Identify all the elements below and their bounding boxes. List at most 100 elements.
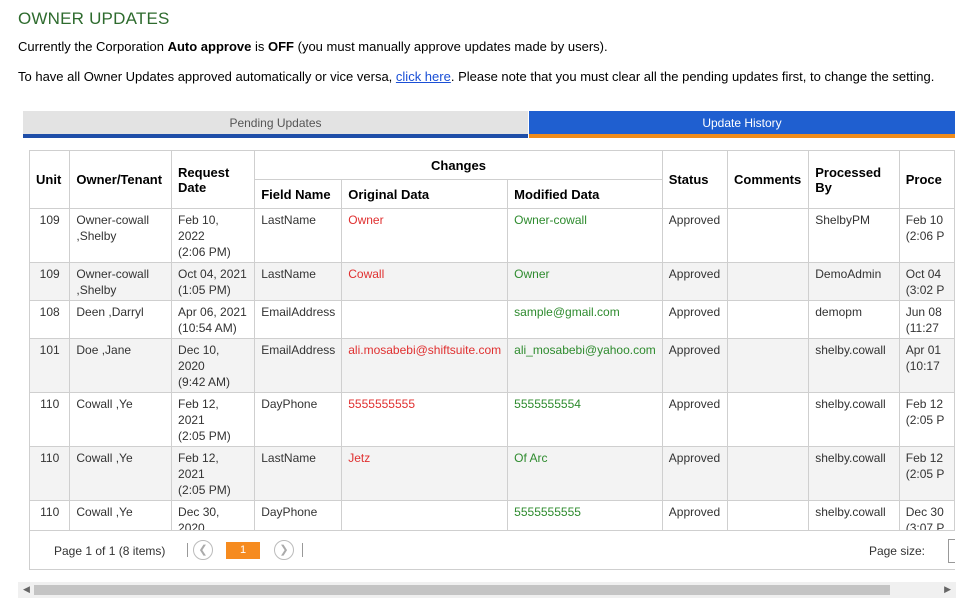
cell-processed-by-line: shelby.cowall: [815, 451, 886, 465]
cell-modified-data-line: ali_mosabebi@yahoo.com: [514, 343, 656, 357]
header-processed-by[interactable]: Processed By: [808, 150, 900, 209]
cell-unit-line: 109: [39, 267, 60, 281]
tab-pending-updates[interactable]: Pending Updates: [23, 111, 528, 138]
cell-owner-tenant: Cowall ,Ye: [69, 446, 173, 501]
cell-processed-by-line: ShelbyPM: [815, 213, 870, 227]
cell-owner-tenant-line: Deen ,Darryl: [76, 305, 144, 319]
cell-original-data: Owner: [341, 208, 509, 263]
update-history-grid: Unit Owner/Tenant Request Date Changes S…: [29, 150, 955, 530]
cell-owner-tenant-line: ,Shelby: [76, 229, 117, 243]
header-comments[interactable]: Comments: [727, 150, 810, 209]
cell-owner-tenant: Cowall ,Ye: [69, 392, 173, 447]
cell-processed-by-line: shelby.cowall: [815, 343, 886, 357]
header-request-date[interactable]: Request Date: [171, 150, 256, 209]
cell-request-date-line: Feb 12, 2021: [178, 397, 219, 427]
cell-original-data-line: Jetz: [348, 451, 371, 465]
chevron-right-icon[interactable]: ❯: [274, 540, 294, 560]
status-text-mid: is: [251, 39, 268, 54]
cell-field-name: LastName: [254, 446, 343, 501]
header-owner-tenant[interactable]: Owner/Tenant: [69, 150, 173, 209]
cell-modified-data-line: Of Arc: [514, 451, 548, 465]
cell-processed-date-line: (11:27: [905, 321, 939, 335]
cell-request-date-line: Oct 04, 2021: [178, 267, 247, 281]
table-row[interactable]: 110 Cowall ,Ye Dec 30, 2020(3:07 PM) DayPho…: [29, 500, 955, 530]
cell-processed-by: shelby.cowall: [808, 500, 900, 530]
cell-status-line: Approved: [668, 305, 721, 319]
instructions-pre: To have all Owner Updates approved autom…: [18, 69, 396, 84]
cell-unit: 101: [29, 338, 71, 393]
table-row[interactable]: 101 Doe ,Jane Dec 10, 2020 (9:42 AM) EmailAd…: [29, 338, 955, 393]
cell-processed-date-line: (3:02 P: [905, 283, 945, 297]
page-size-select[interactable]: [948, 539, 955, 563]
cell-owner-tenant: Owner-cowall ,Shelby: [69, 262, 173, 301]
pager-page-1-button[interactable]: 1: [226, 542, 260, 559]
table-row[interactable]: 108 Deen ,Darryl Apr 06, 2021 (10:54 AM) Ema…: [29, 300, 955, 339]
table-row[interactable]: 110 Cowall ,Ye Feb 12, 2021 (2:05 PM) LastNa…: [29, 446, 955, 501]
scroll-right-icon[interactable]: ▶: [944, 584, 951, 595]
header-unit[interactable]: Unit: [29, 150, 71, 209]
pager-separator: [187, 543, 188, 557]
header-modified-data[interactable]: Modified Data: [507, 179, 663, 209]
cell-original-data-line: ali.mosabebi@shiftsuite.com: [348, 343, 502, 357]
cell-owner-tenant-line: Cowall ,Ye: [76, 451, 133, 465]
cell-processed-date: Dec 30 (3:07 P: [898, 500, 955, 530]
cell-owner-tenant: Owner-cowall ,Shelby: [69, 208, 173, 263]
cell-comments: [727, 446, 810, 501]
cell-original-data: [341, 300, 509, 339]
cell-modified-data-line: Owner: [514, 267, 550, 281]
cell-comments: [727, 392, 810, 447]
cell-processed-date-line: Feb 12: [905, 397, 944, 411]
cell-modified-data: 5555555555: [507, 500, 663, 530]
tab-update-history[interactable]: Update History: [529, 111, 955, 138]
cell-unit-line: 108: [39, 305, 60, 319]
cell-modified-data: Owner: [507, 262, 663, 301]
cell-field-name: LastName: [254, 208, 343, 263]
cell-unit-line: 110: [40, 505, 60, 519]
header-original-data[interactable]: Original Data: [341, 179, 509, 209]
table-row[interactable]: 109 Owner-cowall ,Shelby Oct 04, 2021 (1:05 …: [29, 262, 955, 301]
cell-status: Approved: [661, 300, 729, 339]
cell-field-name: DayPhone: [254, 392, 343, 447]
cell-comments: [727, 262, 810, 301]
cell-request-date-line: Dec 30, 2020: [178, 505, 220, 530]
cell-request-date: Feb 12, 2021 (2:05 PM): [171, 446, 256, 501]
cell-modified-data-line: 5555555555: [514, 505, 581, 519]
instructions-post: . Please note that you must clear all th…: [450, 69, 935, 84]
cell-modified-data-line: sample@gmail.com: [514, 305, 620, 319]
cell-request-date-line: Apr 06, 2021: [178, 305, 247, 319]
cell-processed-date-line: Apr 01: [905, 343, 942, 357]
cell-processed-date: Feb 12 (2:05 P: [898, 392, 955, 447]
cell-modified-data: Of Arc: [507, 446, 663, 501]
horizontal-scrollbar[interactable]: ◀ ▶: [18, 582, 956, 598]
header-field-name[interactable]: Field Name: [254, 179, 343, 209]
status-text-post: (you must manually approve updates made …: [294, 39, 608, 54]
cell-processed-date-line: Feb 12: [905, 451, 944, 465]
header-processed-date[interactable]: Proce: [898, 150, 955, 209]
cell-status: Approved: [661, 262, 729, 301]
status-text-pre: Currently the Corporation: [18, 39, 168, 54]
auto-approve-status-text: Currently the Corporation Auto approve i…: [18, 39, 608, 54]
cell-processed-by-line: shelby.cowall: [815, 397, 886, 411]
chevron-left-icon[interactable]: ❮: [193, 540, 213, 560]
cell-owner-tenant: Deen ,Darryl: [69, 300, 173, 339]
table-row[interactable]: 109 Owner-cowall ,Shelby Feb 10, 2022 (2:06 …: [29, 208, 955, 263]
pager-separator: [302, 543, 303, 557]
cell-field-name-line: EmailAddress: [261, 305, 336, 319]
tab-bar: Pending Updates Update History: [23, 111, 955, 138]
cell-field-name: EmailAddress: [254, 338, 343, 393]
scrollbar-thumb[interactable]: [34, 585, 890, 595]
cell-status: Approved: [661, 338, 729, 393]
click-here-link[interactable]: click here: [396, 69, 451, 84]
cell-original-data: Jetz: [341, 446, 509, 501]
cell-processed-date-line: (2:05 P: [905, 467, 945, 481]
cell-modified-data-line: Owner-cowall: [514, 213, 587, 227]
cell-status-line: Approved: [668, 213, 721, 227]
scroll-left-icon[interactable]: ◀: [23, 584, 30, 595]
header-changes: Changes: [254, 150, 663, 180]
cell-owner-tenant: Cowall ,Ye: [69, 500, 173, 530]
cell-request-date-line: Dec 10, 2020: [178, 343, 220, 373]
table-row[interactable]: 110 Cowall ,Ye Feb 12, 2021 (2:05 PM) DayPho…: [29, 392, 955, 447]
cell-processed-date-line: (3:07 P: [905, 521, 945, 530]
header-status[interactable]: Status: [661, 150, 729, 209]
cell-processed-date-line: (10:17: [905, 359, 940, 373]
